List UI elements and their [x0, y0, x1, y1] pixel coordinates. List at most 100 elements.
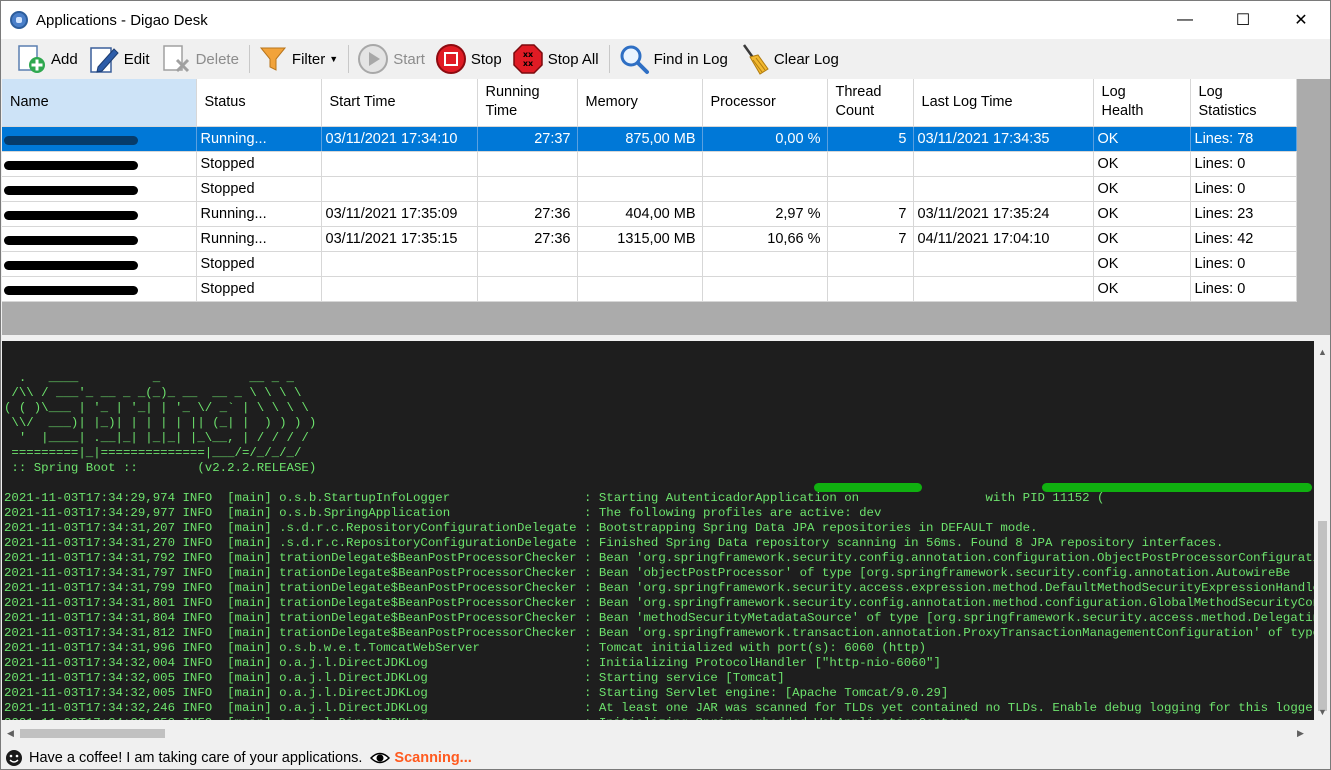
- status-cell: Stopped: [196, 151, 322, 177]
- applications-table: Name Status Start Time Running Time Memo…: [2, 79, 1297, 302]
- log-line: \\/ ___)| |_)| | | | | || (_| | ) ) ) ): [4, 416, 317, 430]
- scroll-up-icon[interactable]: ▲: [1314, 343, 1330, 360]
- table-row[interactable]: Stopped OK Lines: 0: [2, 276, 1297, 302]
- name-cell: [2, 176, 197, 202]
- redacted-name: [4, 185, 138, 195]
- start-time-cell: [321, 251, 478, 277]
- log-line: 2021-11-03T17:34:29,977 INFO [main] o.s.…: [4, 506, 882, 520]
- thread-count-cell: [827, 176, 914, 202]
- delete-button[interactable]: Delete: [156, 41, 243, 77]
- last-log-time-cell: 03/11/2021 17:35:24: [913, 201, 1094, 227]
- column-header-log-health[interactable]: Log Health: [1093, 79, 1191, 127]
- column-header-memory[interactable]: Memory: [577, 79, 703, 127]
- log-line: =========|_|==============|___/=/_/_/_/: [4, 446, 302, 460]
- name-cell: [2, 251, 197, 277]
- redacted-name: [4, 260, 138, 270]
- redacted-name: [4, 235, 138, 245]
- running-time-cell: [477, 251, 578, 277]
- delete-label: Delete: [195, 50, 239, 68]
- log-line: 2021-11-03T17:34:32,004 INFO [main] o.a.…: [4, 656, 941, 670]
- start-time-cell: [321, 276, 478, 302]
- column-header-log-statistics[interactable]: Log Statistics: [1190, 79, 1297, 127]
- last-log-time-cell: [913, 276, 1094, 302]
- svg-text:xx: xx: [523, 59, 534, 68]
- filter-dropdown[interactable]: Filter ▼: [254, 41, 342, 77]
- close-button[interactable]: ✕: [1272, 1, 1330, 39]
- table-row[interactable]: Running... 03/11/2021 17:35:15 27:36 1315,0…: [2, 226, 1297, 252]
- last-log-time-cell: 04/11/2021 17:04:10: [913, 226, 1094, 252]
- column-header-thread-count[interactable]: Thread Count: [827, 79, 914, 127]
- last-log-time-cell: [913, 176, 1094, 202]
- find-in-log-label: Find in Log: [653, 50, 728, 68]
- running-time-cell: 27:36: [477, 226, 578, 252]
- redacted-name: [4, 135, 138, 145]
- name-cell: [2, 226, 197, 252]
- log-line: 2021-11-03T17:34:31,804 INFO [main] trat…: [4, 611, 1314, 625]
- scroll-right-icon[interactable]: ▶: [1292, 725, 1309, 742]
- log-statistics-cell: Lines: 0: [1190, 251, 1297, 277]
- column-header-processor[interactable]: Processor: [702, 79, 828, 127]
- log-line: 2021-11-03T17:34:32,005 INFO [main] o.a.…: [4, 686, 949, 700]
- log-line: 2021-11-03T17:34:31,996 INFO [main] o.s.…: [4, 641, 927, 655]
- table-row[interactable]: Running... 03/11/2021 17:34:10 27:37 875,00…: [2, 126, 1297, 152]
- scroll-left-icon[interactable]: ◀: [2, 725, 19, 742]
- column-header-status[interactable]: Status: [196, 79, 322, 127]
- log-health-cell: OK: [1093, 126, 1191, 152]
- table-row[interactable]: Stopped OK Lines: 0: [2, 151, 1297, 177]
- scroll-down-icon[interactable]: ▼: [1314, 703, 1330, 720]
- header-text: Thread Count: [835, 84, 882, 120]
- column-header-running-time[interactable]: Running Time: [477, 79, 578, 127]
- applications-grid[interactable]: Name Status Start Time Running Time Memo…: [2, 79, 1330, 335]
- start-button[interactable]: Start: [353, 41, 429, 77]
- column-header-last-log-time[interactable]: Last Log Time: [913, 79, 1094, 127]
- log-line: 2021-11-03T17:34:31,799 INFO [main] trat…: [4, 581, 1314, 595]
- scrollbar-thumb[interactable]: [1318, 521, 1327, 711]
- start-label: Start: [393, 50, 425, 68]
- stop-all-button[interactable]: xx xx Stop All: [508, 41, 603, 77]
- toolbar-separator: [348, 45, 350, 73]
- memory-cell: [577, 151, 703, 177]
- applications-tbody: Running... 03/11/2021 17:34:10 27:37 875,00…: [2, 126, 1297, 302]
- edit-icon: [89, 47, 119, 73]
- stop-button[interactable]: Stop: [431, 41, 506, 77]
- log-line: 2021-11-03T17:34:31,801 INFO [main] trat…: [4, 596, 1314, 610]
- title-bar[interactable]: Applications - Digao Desk — ☐ ✕: [1, 1, 1330, 39]
- running-time-cell: [477, 276, 578, 302]
- add-button[interactable]: Add: [11, 41, 82, 77]
- maximize-button[interactable]: ☐: [1214, 1, 1272, 39]
- status-message: Have a coffee! I am taking care of your …: [29, 750, 363, 766]
- scrollbar-thumb[interactable]: [20, 729, 165, 738]
- processor-cell: 0,00 %: [702, 126, 828, 152]
- column-header-name[interactable]: Name: [2, 79, 197, 127]
- edit-button[interactable]: Edit: [84, 41, 154, 77]
- log-health-cell: OK: [1093, 251, 1191, 277]
- table-row[interactable]: Stopped OK Lines: 0: [2, 176, 1297, 202]
- processor-cell: [702, 276, 828, 302]
- table-row[interactable]: Running... 03/11/2021 17:35:09 27:36 404,00…: [2, 201, 1297, 227]
- eye-icon: [370, 752, 391, 764]
- running-time-cell: 27:36: [477, 201, 578, 227]
- find-in-log-button[interactable]: Find in Log: [614, 41, 732, 77]
- log-horizontal-scrollbar[interactable]: ◀ ▶: [2, 725, 1314, 742]
- log-viewer[interactable]: . ____ _ __ _ _ /\\ / ___'_ __ _ _(_)_ _…: [2, 341, 1314, 720]
- processor-cell: [702, 251, 828, 277]
- memory-cell: 404,00 MB: [577, 201, 703, 227]
- redacted-name: [4, 160, 138, 170]
- play-icon: [358, 44, 389, 74]
- log-line: 2021-11-03T17:34:31,797 INFO [main] trat…: [4, 566, 1291, 580]
- toolbar-separator: [608, 45, 610, 73]
- log-lines: . ____ _ __ _ _ /\\ / ___'_ __ _ _(_)_ _…: [4, 341, 1314, 720]
- edit-label: Edit: [123, 50, 150, 68]
- column-header-start-time[interactable]: Start Time: [321, 79, 478, 127]
- log-vertical-scrollbar[interactable]: ▲ ▼: [1314, 341, 1330, 720]
- log-line: 2021-11-03T17:34:31,792 INFO [main] trat…: [4, 551, 1314, 565]
- header-text: Running Time: [485, 84, 540, 120]
- clear-log-button[interactable]: Clear Log: [734, 41, 843, 77]
- minimize-button[interactable]: —: [1156, 1, 1214, 39]
- stop-icon: [435, 44, 466, 74]
- log-health-cell: OK: [1093, 151, 1191, 177]
- processor-cell: 10,66 %: [702, 226, 828, 252]
- table-row[interactable]: Stopped OK Lines: 0: [2, 251, 1297, 277]
- last-log-time-cell: 03/11/2021 17:34:35: [913, 126, 1094, 152]
